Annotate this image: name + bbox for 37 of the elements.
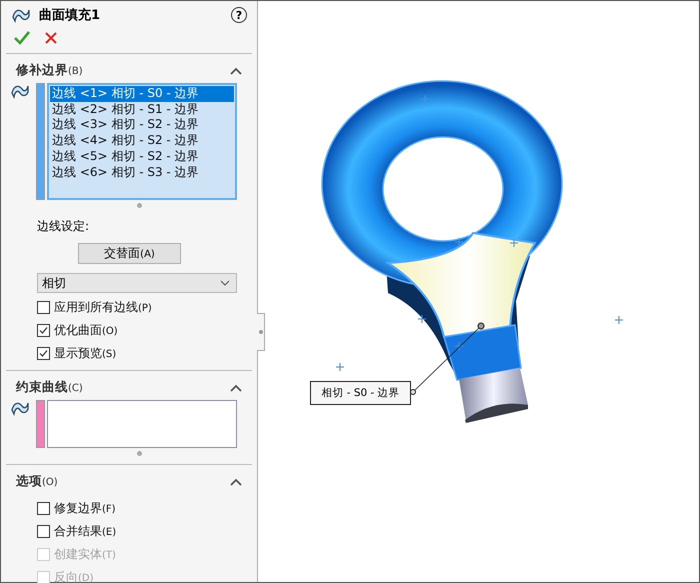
collapse-chevron-icon[interactable] <box>230 66 242 74</box>
checkmark-icon <box>39 326 48 335</box>
collapse-chevron-icon[interactable] <box>230 384 242 392</box>
caret-icon <box>220 280 230 286</box>
edge-list-item[interactable]: 边线 <2> 相切 - S1 - 边界 <box>50 102 234 118</box>
edge-list-item[interactable]: 边线 <5> 相切 - S2 - 边界 <box>50 148 234 165</box>
condition-dropdown[interactable]: 相切 <box>37 273 237 293</box>
checkbox[interactable]: 优化曲面(O) <box>37 322 252 339</box>
edge-list-item[interactable]: 边线 <6> 相切 - S3 - 边界 <box>50 164 234 180</box>
checkbox[interactable]: 应用到所有边线(P) <box>37 299 252 316</box>
checkbox[interactable]: 修复边界(F) <box>37 500 252 517</box>
checkmark-icon <box>39 349 48 358</box>
edge-list-item[interactable]: 边线 <1> 相切 - S0 - 边界 <box>50 86 234 102</box>
cancel-x-icon[interactable] <box>44 31 58 45</box>
collapse-chevron-icon[interactable] <box>230 478 242 486</box>
checkbox[interactable]: 合并结果(E) <box>37 523 252 540</box>
alternate-face-button[interactable]: 交替面(A) <box>78 243 181 264</box>
callout-label: 相切 - S0 - 边界 <box>310 381 411 405</box>
edge-list[interactable]: 边线 <1> 相切 - S0 - 边界 边线 <2> 相切 - S1 - 边界 边线 <3> 相切 - S2 - 边界 边线 <4> 相切 - S2 - 边界 边线 <5> 相切 - S2 - 边界 边线 <6> 相切 - S3 - 边界 <box>47 83 237 200</box>
edge-settings-label: 边线设定: <box>37 218 90 235</box>
fill-surface-icon <box>11 7 31 23</box>
checkbox[interactable]: 显示预览(S) <box>37 345 252 362</box>
edge-selection-icon <box>10 83 30 99</box>
edge-list-item[interactable]: 边线 <4> 相切 - S2 - 边界 <box>50 133 234 149</box>
panel-title: 曲面填充1 <box>39 6 102 24</box>
panel-collapse-handle[interactable] <box>257 313 265 351</box>
section-title: 修补边界(B) <box>16 62 84 79</box>
selection-color-bar <box>36 400 45 448</box>
edge-list-item[interactable]: 边线 <3> 相切 - S2 - 边界 <box>50 117 234 134</box>
curve-list[interactable] <box>47 400 237 448</box>
curve-selection-icon <box>10 400 30 416</box>
resize-handle-icon[interactable] <box>136 451 142 456</box>
resize-handle-icon[interactable] <box>136 203 142 208</box>
section-title: 约束曲线(C) <box>16 379 84 396</box>
ok-checkmark-icon[interactable] <box>14 31 30 45</box>
help-icon[interactable]: ? <box>231 7 247 23</box>
section-title: 选项(O) <box>16 473 59 490</box>
